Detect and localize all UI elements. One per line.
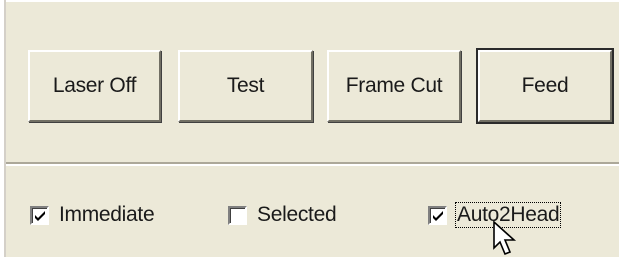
feed-button[interactable]: Feed (476, 48, 614, 124)
immediate-label[interactable]: Immediate (57, 202, 156, 228)
immediate-option[interactable]: Immediate (30, 200, 156, 230)
laser-off-button[interactable]: Laser Off (28, 50, 161, 122)
control-panel: Laser Off Test Frame Cut Feed Immediate … (4, 0, 619, 257)
frame-cut-button[interactable]: Frame Cut (327, 50, 461, 122)
selected-checkbox[interactable] (228, 205, 247, 225)
top-edge (6, 0, 619, 2)
auto2head-checkbox[interactable] (428, 205, 447, 225)
selected-option[interactable]: Selected (228, 200, 338, 230)
section-divider (6, 162, 619, 166)
selected-label[interactable]: Selected (255, 202, 338, 228)
test-button[interactable]: Test (178, 50, 313, 122)
checkmark-icon (35, 210, 45, 221)
checkmark-icon (433, 210, 443, 221)
arrow-cursor-icon (493, 221, 517, 256)
immediate-checkbox[interactable] (30, 205, 49, 225)
